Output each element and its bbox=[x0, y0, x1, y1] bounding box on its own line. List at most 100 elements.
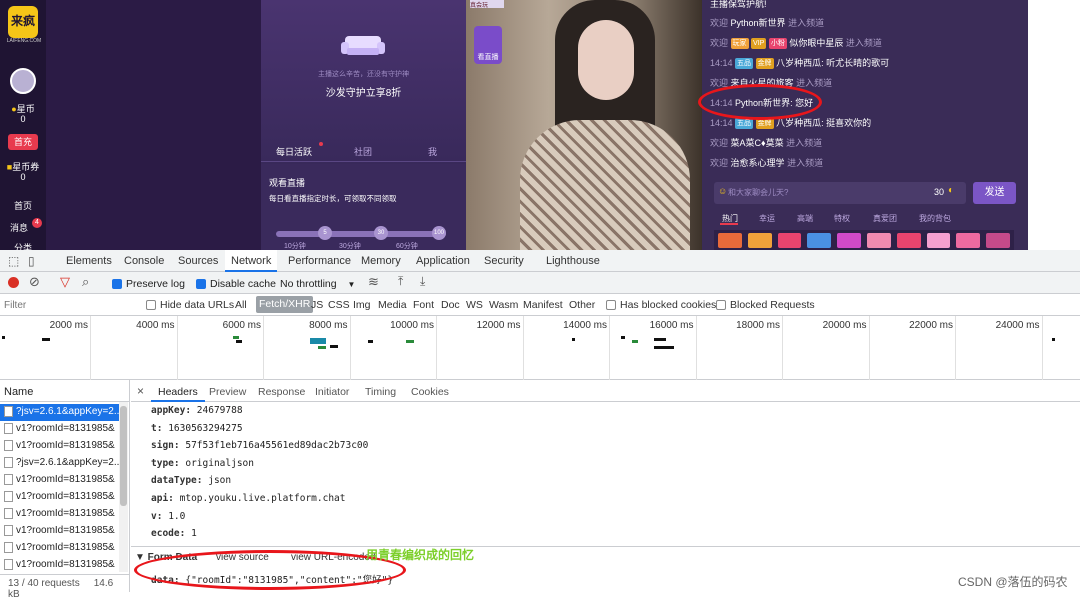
gift-icon[interactable] bbox=[986, 233, 1010, 248]
request-row[interactable]: v1?roomId=8131985& bbox=[0, 523, 120, 540]
filter-input[interactable] bbox=[4, 297, 134, 313]
scrollbar-thumb[interactable] bbox=[120, 406, 127, 506]
blocked-requests-checkbox[interactable]: Blocked Requests bbox=[716, 299, 815, 311]
chat-username[interactable]: 似你眼中星辰 bbox=[789, 38, 843, 48]
nav-home[interactable]: 首页 bbox=[0, 199, 46, 212]
chat-username[interactable]: 八岁种西瓜: bbox=[776, 118, 824, 128]
gift-icon[interactable] bbox=[866, 233, 891, 248]
filter-fetch-xhr[interactable]: Fetch/XHR bbox=[256, 296, 314, 313]
network-conditions-icon[interactable]: ≋ bbox=[368, 274, 379, 290]
checkbox-unchecked[interactable] bbox=[606, 300, 616, 311]
import-har-icon[interactable]: ⤒ bbox=[398, 274, 403, 289]
send-button[interactable]: 发送 bbox=[973, 182, 1016, 204]
filter-css[interactable]: CSS bbox=[328, 299, 350, 311]
gift-icon[interactable] bbox=[777, 233, 802, 248]
gift-icon[interactable] bbox=[718, 233, 742, 248]
guard-offer[interactable]: 沙发守护立享8折 bbox=[261, 84, 466, 99]
tab-cookies[interactable]: Cookies bbox=[411, 386, 449, 398]
filter-doc[interactable]: Doc bbox=[441, 299, 460, 311]
tab-elements[interactable]: Elements bbox=[66, 255, 112, 267]
gift-tab[interactable]: 特权 bbox=[834, 213, 850, 224]
export-har-icon[interactable]: ⤓ bbox=[420, 274, 425, 289]
clear-icon[interactable]: ⊘ bbox=[29, 274, 40, 290]
checkbox-unchecked[interactable] bbox=[716, 300, 726, 311]
gift-icon[interactable] bbox=[896, 233, 921, 248]
filter-manifest[interactable]: Manifest bbox=[523, 299, 563, 311]
first-recharge-button[interactable]: 首充 bbox=[8, 134, 38, 150]
tab-network[interactable]: Network bbox=[225, 250, 278, 272]
request-row[interactable]: v1?roomId=8131985& bbox=[0, 557, 120, 574]
timeline-mark bbox=[42, 338, 50, 341]
tab-preview[interactable]: Preview bbox=[209, 386, 246, 398]
watch-live-icon[interactable]: 看直播 bbox=[474, 26, 502, 64]
blocked-cookies-checkbox[interactable]: Has blocked cookies bbox=[606, 299, 716, 311]
gift-tab[interactable]: 我的背包 bbox=[919, 213, 951, 224]
gift-icon[interactable] bbox=[926, 233, 951, 248]
inspect-icon[interactable]: ⬚ bbox=[8, 254, 19, 268]
tab-me[interactable]: 我 bbox=[428, 145, 437, 158]
user-avatar[interactable] bbox=[10, 68, 36, 94]
request-row[interactable]: ?jsv=2.6.1&appKey=2... bbox=[0, 404, 120, 421]
tab-security[interactable]: Security bbox=[484, 255, 524, 267]
close-icon[interactable]: × bbox=[137, 384, 144, 398]
filter-img[interactable]: Img bbox=[353, 299, 371, 311]
hide-data-urls-checkbox[interactable]: Hide data URLs bbox=[146, 299, 234, 311]
request-row[interactable]: ?jsv=2.6.1&appKey=2... bbox=[0, 455, 120, 472]
gift-tab[interactable]: 幸运 bbox=[759, 213, 775, 224]
disable-cache-checkbox[interactable]: Disable cache bbox=[196, 278, 276, 290]
emoji-icon[interactable]: ☺ bbox=[718, 186, 727, 196]
chat-username[interactable]: 治愈系心理学 bbox=[731, 158, 785, 168]
gift-icon[interactable] bbox=[837, 233, 861, 248]
checkbox-checked[interactable] bbox=[196, 279, 206, 290]
request-row[interactable]: v1?roomId=8131985& bbox=[0, 421, 120, 438]
tab-application[interactable]: Application bbox=[416, 255, 470, 267]
tab-timing[interactable]: Timing bbox=[365, 386, 396, 398]
laifeng-logo[interactable]: 来疯 bbox=[8, 6, 38, 38]
filter-ws[interactable]: WS bbox=[466, 299, 483, 311]
request-row[interactable]: v1?roomId=8131985& bbox=[0, 438, 120, 455]
filter-js[interactable]: JS bbox=[311, 299, 323, 311]
request-row[interactable]: v1?roomId=8131985& bbox=[0, 489, 120, 506]
search-icon[interactable]: ⌕ bbox=[82, 274, 89, 290]
gift-icon[interactable] bbox=[807, 233, 832, 248]
tab-club[interactable]: 社团 bbox=[354, 145, 372, 158]
horn-icon[interactable]: ◐ bbox=[948, 185, 954, 196]
filter-media[interactable]: Media bbox=[378, 299, 407, 311]
chat-username[interactable]: 菜A菜C♦莫菜 bbox=[731, 138, 784, 148]
tab-console[interactable]: Console bbox=[124, 255, 164, 267]
request-row[interactable]: v1?roomId=8131985& bbox=[0, 472, 120, 489]
name-column-header[interactable]: Name bbox=[0, 380, 130, 402]
chat-username[interactable]: Python新世界 bbox=[731, 18, 786, 28]
gift-icon[interactable] bbox=[747, 233, 772, 248]
gift-tab[interactable]: 高端 bbox=[797, 213, 813, 224]
record-icon[interactable] bbox=[8, 277, 19, 288]
device-toolbar-icon[interactable]: ▯ bbox=[28, 254, 35, 268]
filter-font[interactable]: Font bbox=[413, 299, 434, 311]
tab-lighthouse[interactable]: Lighthouse bbox=[546, 255, 600, 267]
nav-category[interactable]: 分类 bbox=[0, 241, 46, 250]
chat-username[interactable]: 主播保驾护航! bbox=[710, 0, 767, 9]
network-timeline[interactable]: 2000 ms 4000 ms 6000 ms 8000 ms 10000 ms 1200… bbox=[0, 316, 1080, 380]
chat-text: 进入频道 bbox=[788, 18, 825, 28]
tab-headers[interactable]: Headers bbox=[151, 380, 205, 402]
tab-initiator[interactable]: Initiator bbox=[315, 386, 349, 398]
tab-performance[interactable]: Performance bbox=[288, 255, 351, 267]
tab-memory[interactable]: Memory bbox=[361, 255, 401, 267]
checkbox-checked[interactable] bbox=[112, 279, 122, 290]
request-row[interactable]: v1?roomId=8131985& bbox=[0, 540, 120, 557]
chat-input[interactable]: 和大家聊会儿天? ☺ 30 ◐ bbox=[714, 182, 966, 204]
filter-all[interactable]: All bbox=[235, 299, 247, 311]
tab-daily-active[interactable]: 每日活跃 bbox=[276, 145, 312, 158]
throttling-select[interactable]: No throttling ▼ bbox=[280, 278, 355, 290]
filter-wasm[interactable]: Wasm bbox=[489, 299, 518, 311]
filter-icon[interactable]: ▽ bbox=[60, 274, 70, 290]
gift-tab[interactable]: 真爱团 bbox=[873, 213, 897, 224]
request-row[interactable]: v1?roomId=8131985& bbox=[0, 506, 120, 523]
checkbox-unchecked[interactable] bbox=[146, 300, 156, 311]
chat-username[interactable]: 八岁种西瓜: bbox=[776, 58, 824, 68]
tab-response[interactable]: Response bbox=[258, 386, 305, 398]
gift-icon[interactable] bbox=[956, 233, 981, 248]
filter-other[interactable]: Other bbox=[569, 299, 595, 311]
preserve-log-checkbox[interactable]: Preserve log bbox=[112, 278, 185, 290]
tab-sources[interactable]: Sources bbox=[178, 255, 218, 267]
